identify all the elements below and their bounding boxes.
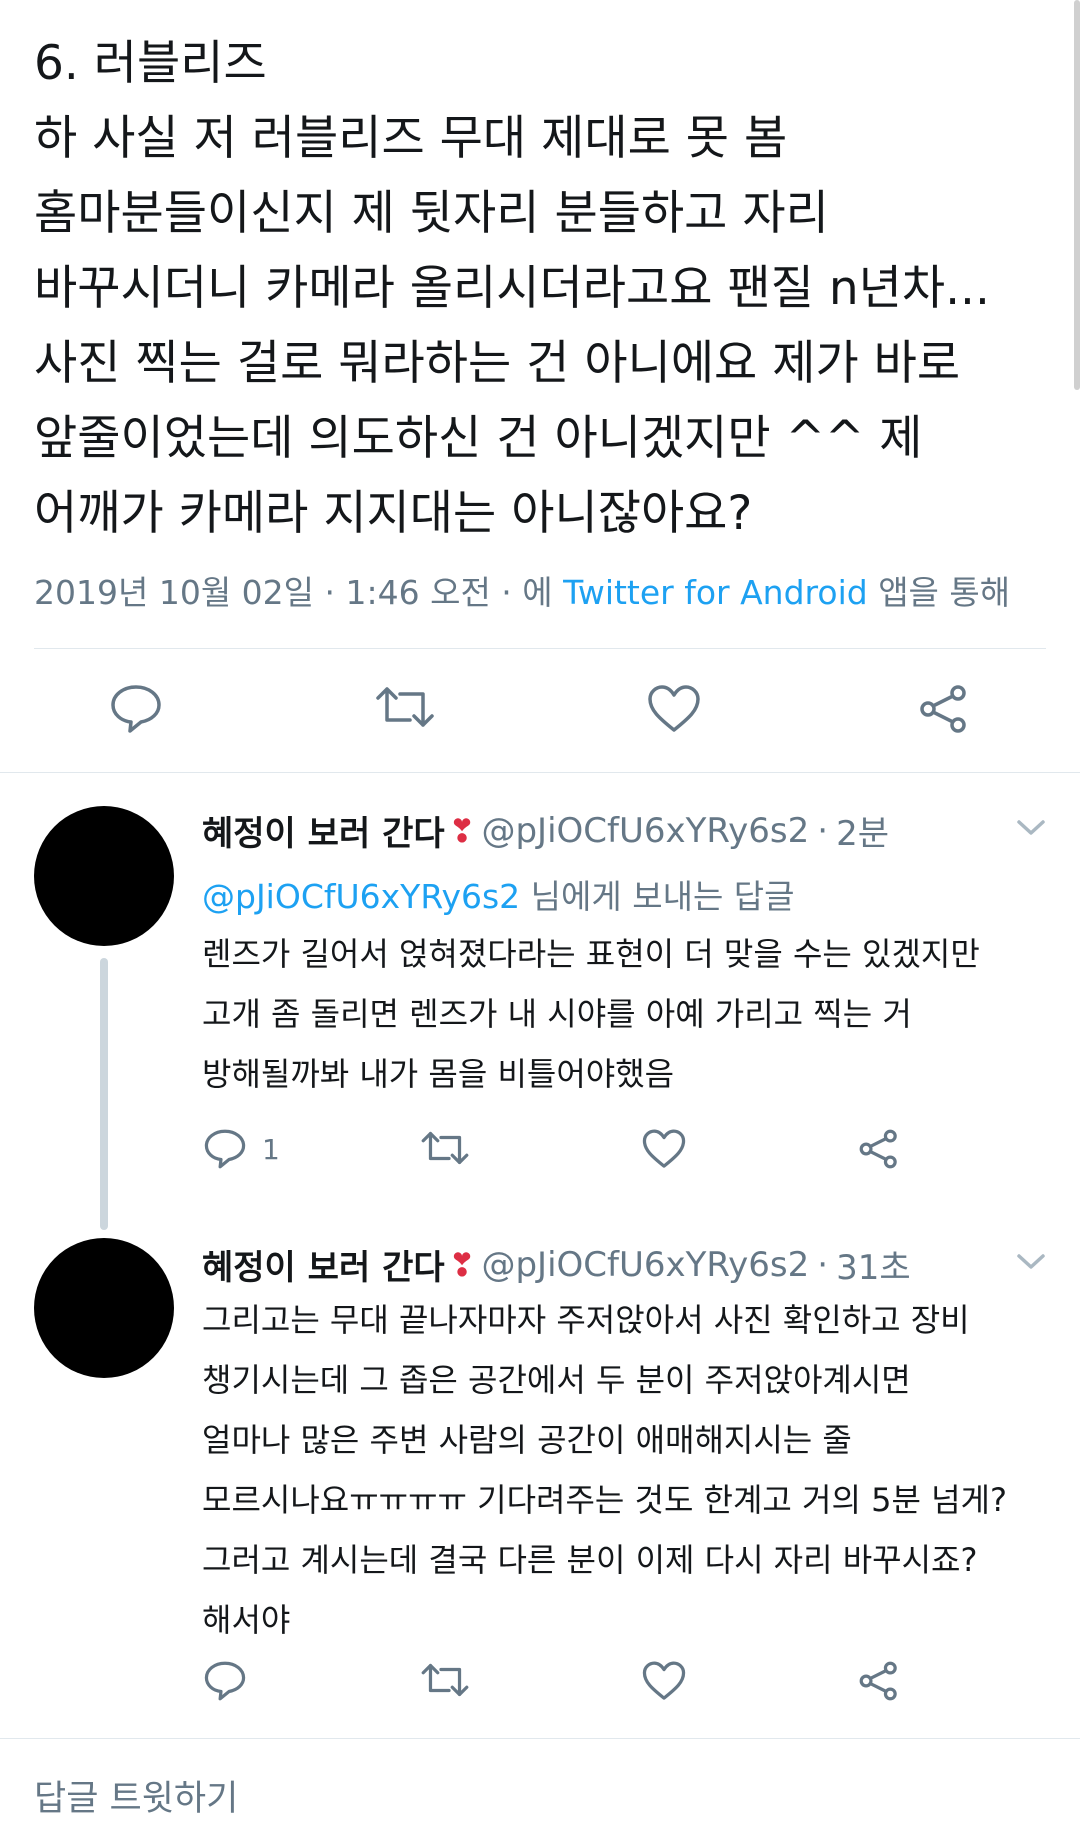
main-tweet-text: 6. 러블리즈 하 사실 저 러블리즈 무대 제대로 못 봄 홈마분들이신지 제… bbox=[34, 36, 990, 541]
reply-button[interactable]: 1 bbox=[204, 1128, 280, 1170]
share-icon bbox=[859, 1129, 897, 1169]
thread-line bbox=[100, 958, 108, 1230]
like-icon bbox=[642, 1661, 686, 1700]
like-button[interactable] bbox=[642, 1128, 686, 1170]
reply-text: 그리고는 무대 끝나자마자 주저앉아서 사진 확인하고 장비 챙기시는데 그 좁… bbox=[202, 1301, 1007, 1639]
reply-button[interactable] bbox=[110, 684, 162, 734]
reply-text: 렌즈가 길어서 얹혀졌다라는 표현이 더 맞을 수는 있겠지만 고개 좀 돌리면… bbox=[202, 935, 980, 1093]
reply-actions: 1 bbox=[0, 1128, 1080, 1188]
reply-author-handle[interactable]: @pJiOCfU6xYRy6s2 bbox=[481, 1245, 809, 1285]
tweet-source-link[interactable]: Twitter for Android bbox=[563, 573, 868, 612]
avatar[interactable] bbox=[34, 806, 174, 946]
reply-header: 혜정이 보러 간다 ❣ @pJiOCfU6xYRy6s2 · 31초 bbox=[202, 1240, 911, 1289]
reply-author-name[interactable]: 혜정이 보러 간다 bbox=[202, 1240, 445, 1289]
replying-to: @pJiOCfU6xYRy6s2 님에게 보내는 답글 bbox=[202, 870, 795, 918]
heart-exclamation-emoji: ❣ bbox=[448, 811, 476, 850]
like-icon bbox=[648, 685, 700, 732]
tweet-meta: 2019년 10월 02일 · 1:46 오전 · 에 Twitter for … bbox=[34, 566, 1010, 614]
separator-dot: · bbox=[817, 810, 829, 851]
retweet-button[interactable] bbox=[420, 1128, 470, 1168]
like-button[interactable] bbox=[642, 1660, 686, 1702]
reply-count: 1 bbox=[262, 1132, 280, 1166]
replying-to-mention[interactable]: @pJiOCfU6xYRy6s2 bbox=[202, 877, 520, 916]
share-button[interactable] bbox=[918, 684, 970, 734]
tweet-timestamp: 2019년 10월 02일 · 1:46 오전 · 에 bbox=[34, 573, 553, 612]
divider bbox=[34, 648, 1046, 649]
retweet-icon bbox=[421, 1131, 469, 1165]
retweet-button[interactable] bbox=[374, 684, 436, 730]
chevron-down-icon[interactable] bbox=[1016, 818, 1046, 842]
main-tweet-actions bbox=[0, 684, 1080, 744]
separator-dot: · bbox=[817, 1244, 829, 1285]
divider bbox=[0, 772, 1080, 773]
scrollbar[interactable] bbox=[1074, 0, 1080, 390]
reply-author-handle[interactable]: @pJiOCfU6xYRy6s2 bbox=[481, 811, 809, 851]
retweet-button[interactable] bbox=[420, 1660, 470, 1700]
tweet-source-suffix: 앱을 통해 bbox=[878, 573, 1011, 612]
share-icon bbox=[859, 1661, 897, 1701]
chevron-down-icon[interactable] bbox=[1016, 1252, 1046, 1276]
avatar[interactable] bbox=[34, 1238, 174, 1378]
reply-header: 혜정이 보러 간다 ❣ @pJiOCfU6xYRy6s2 · 2분 bbox=[202, 806, 889, 855]
heart-exclamation-emoji: ❣ bbox=[448, 1245, 476, 1284]
reply-icon bbox=[204, 1129, 246, 1169]
share-button[interactable] bbox=[858, 1128, 900, 1170]
replying-to-suffix: 님에게 보내는 답글 bbox=[530, 877, 795, 916]
divider bbox=[0, 1738, 1080, 1739]
reply-icon bbox=[111, 685, 161, 733]
reply-actions bbox=[0, 1660, 1080, 1720]
reply-author-name[interactable]: 혜정이 보러 간다 bbox=[202, 806, 445, 855]
like-button[interactable] bbox=[647, 684, 701, 734]
reply-compose-input[interactable]: 답글 트윗하기 bbox=[34, 1770, 238, 1821]
reply-icon bbox=[204, 1661, 246, 1701]
reply-button[interactable] bbox=[204, 1660, 246, 1702]
retweet-icon bbox=[421, 1663, 469, 1697]
retweet-icon bbox=[376, 687, 434, 727]
share-icon bbox=[920, 685, 966, 733]
share-button[interactable] bbox=[858, 1660, 900, 1702]
reply-timestamp: 31초 bbox=[836, 1248, 911, 1288]
like-icon bbox=[642, 1129, 686, 1168]
reply-timestamp: 2분 bbox=[836, 814, 889, 854]
